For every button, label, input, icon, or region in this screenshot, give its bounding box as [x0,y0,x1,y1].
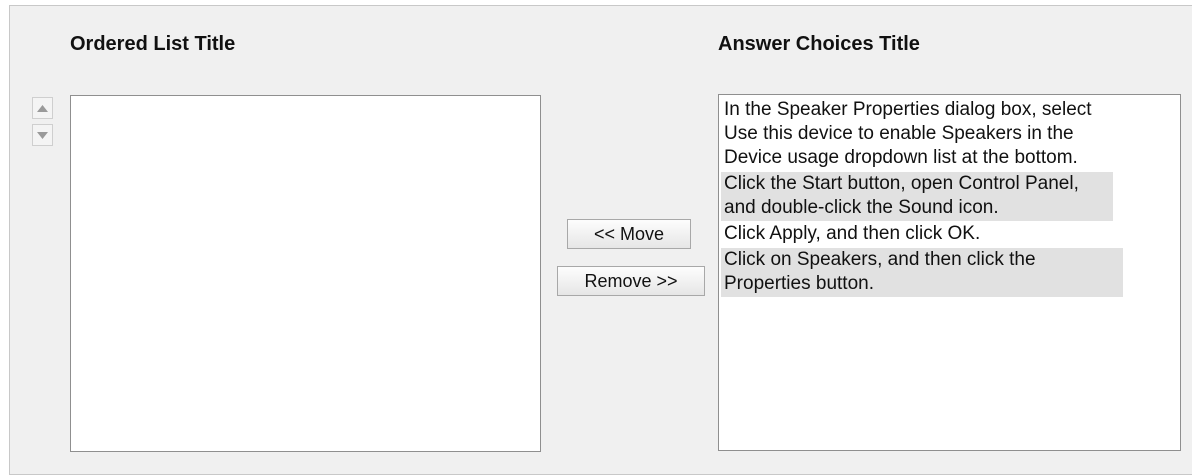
triangle-down-icon [37,131,48,139]
answer-choice-item[interactable]: Click Apply, and then click OK. [721,222,1103,247]
answer-choices-title: Answer Choices Title [718,33,920,55]
ordered-list-box[interactable] [70,95,541,452]
move-button[interactable]: << Move [567,219,691,249]
answer-choice-item[interactable]: Click on Speakers, and then click the Pr… [721,248,1123,297]
answer-choice-item[interactable]: In the Speaker Properties dialog box, se… [721,98,1103,171]
remove-button[interactable]: Remove >> [557,266,705,296]
move-down-button[interactable] [32,124,53,146]
reorder-controls [32,97,53,151]
answer-choices-box[interactable]: In the Speaker Properties dialog box, se… [718,94,1181,451]
ordered-list-title: Ordered List Title [70,33,236,55]
answer-choice-item[interactable]: Click the Start button, open Control Pan… [721,172,1113,221]
move-up-button[interactable] [32,97,53,119]
triangle-up-icon [37,104,48,112]
